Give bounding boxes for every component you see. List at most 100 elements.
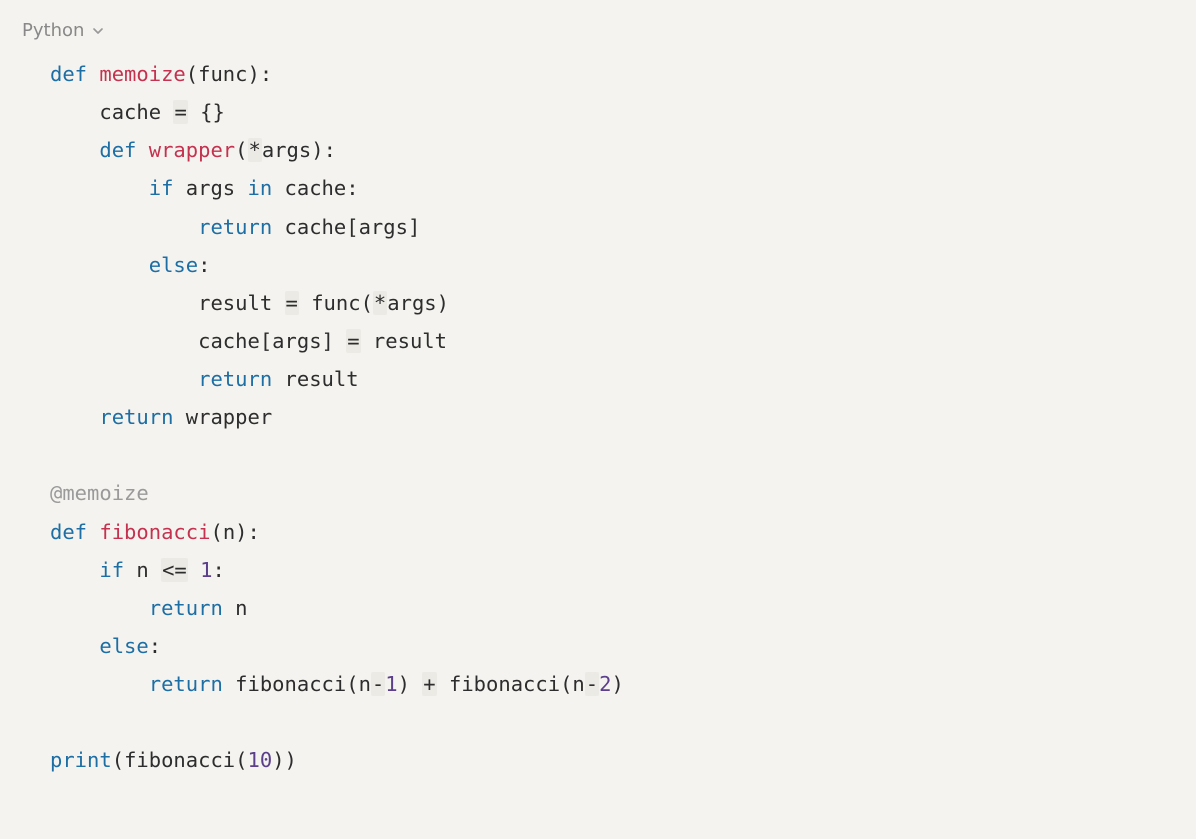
code-token: - — [585, 672, 599, 696]
code-token: return — [198, 367, 272, 391]
code-token: : — [198, 253, 210, 277]
code-token: func — [198, 62, 247, 86]
code-token: if — [99, 558, 124, 582]
code-token: ( — [560, 672, 572, 696]
code-token: wrapper — [149, 138, 235, 162]
code-token: memoize — [99, 62, 185, 86]
code-token: 1 — [385, 672, 397, 696]
code-token — [87, 520, 99, 544]
code-token: ( — [346, 672, 358, 696]
code-token: ] — [408, 215, 420, 239]
code-token: func — [299, 291, 361, 315]
code-line: return n — [50, 589, 1174, 627]
code-token: result — [272, 367, 358, 391]
code-token: ) — [611, 672, 623, 696]
code-token: ) — [311, 138, 323, 162]
code-token: ) — [285, 748, 297, 772]
code-token: result — [198, 291, 284, 315]
code-token: def — [50, 520, 87, 544]
code-token: fibonacci — [223, 672, 346, 696]
code-line: return fibonacci(n-1) + fibonacci(n-2) — [50, 665, 1174, 703]
code-token: : — [149, 634, 161, 658]
code-token: else — [149, 253, 198, 277]
code-token: args — [262, 138, 311, 162]
code-token: args — [387, 291, 436, 315]
code-line: print(fibonacci(10)) — [50, 741, 1174, 779]
code-token: n — [124, 558, 161, 582]
code-token: = — [346, 329, 360, 353]
code-token: ( — [361, 291, 373, 315]
code-token: if — [149, 176, 174, 200]
code-token: 10 — [248, 748, 273, 772]
code-token: = — [285, 291, 299, 315]
code-token: fibonacci — [437, 672, 560, 696]
code-line: return cache[args] — [50, 208, 1174, 246]
code-token: cache — [272, 215, 346, 239]
code-token: : — [260, 62, 272, 86]
code-token — [334, 329, 346, 353]
code-token: ) — [235, 520, 247, 544]
code-line: else: — [50, 627, 1174, 665]
code-token: return — [99, 405, 173, 429]
code-block[interactable]: def memoize(func): cache = {} def wrappe… — [22, 55, 1174, 779]
code-line: if n <= 1: — [50, 551, 1174, 589]
code-token: : — [324, 138, 336, 162]
code-token: def — [50, 62, 87, 86]
code-token: : — [212, 558, 224, 582]
code-token — [87, 62, 99, 86]
code-line: def fibonacci(n): — [50, 513, 1174, 551]
code-line: cache[args] = result — [50, 322, 1174, 360]
code-token: [ — [346, 215, 358, 239]
code-line — [50, 703, 1174, 741]
code-token: cache — [198, 329, 260, 353]
code-line: return wrapper — [50, 398, 1174, 436]
code-token: fibonacci — [99, 520, 210, 544]
code-token: args — [173, 176, 247, 200]
code-line: cache = {} — [50, 93, 1174, 131]
code-token: n — [223, 596, 248, 620]
code-token: ( — [210, 520, 222, 544]
code-token: n — [359, 672, 371, 696]
code-token: args — [272, 329, 321, 353]
code-token: wrapper — [173, 405, 272, 429]
code-token: 1 — [200, 558, 212, 582]
code-token — [188, 100, 200, 124]
code-token: cache: — [272, 176, 358, 200]
code-token — [136, 138, 148, 162]
code-viewer: Python def memoize(func): cache = {} def… — [0, 0, 1196, 799]
code-line — [50, 436, 1174, 474]
code-token: ) — [437, 291, 449, 315]
code-token: def — [99, 138, 136, 162]
code-line: if args in cache: — [50, 169, 1174, 207]
code-token: else — [99, 634, 148, 658]
code-token: result — [361, 329, 447, 353]
code-line: def wrapper(*args): — [50, 131, 1174, 169]
code-line: result = func(*args) — [50, 284, 1174, 322]
code-token: - — [371, 672, 385, 696]
code-line: def memoize(func): — [50, 55, 1174, 93]
code-token: * — [373, 291, 387, 315]
code-token: ) — [248, 62, 260, 86]
code-token: * — [248, 138, 262, 162]
code-token: fibonacci — [124, 748, 235, 772]
code-token: ( — [235, 138, 247, 162]
code-token: ] — [322, 329, 334, 353]
language-label: Python — [22, 20, 84, 41]
code-token: return — [149, 672, 223, 696]
code-token: <= — [161, 558, 188, 582]
code-token: = — [173, 100, 187, 124]
code-token: 2 — [599, 672, 611, 696]
code-token: ) — [272, 748, 284, 772]
code-token: n — [223, 520, 235, 544]
code-token: ( — [186, 62, 198, 86]
code-line: else: — [50, 246, 1174, 284]
code-token: args — [359, 215, 408, 239]
language-selector[interactable]: Python — [22, 20, 106, 41]
chevron-down-icon — [90, 23, 106, 39]
code-token: cache — [99, 100, 173, 124]
code-token: ) — [398, 672, 410, 696]
code-token: n — [572, 672, 584, 696]
code-token: @memoize — [50, 481, 149, 505]
code-token — [410, 672, 422, 696]
code-token: : — [248, 520, 260, 544]
